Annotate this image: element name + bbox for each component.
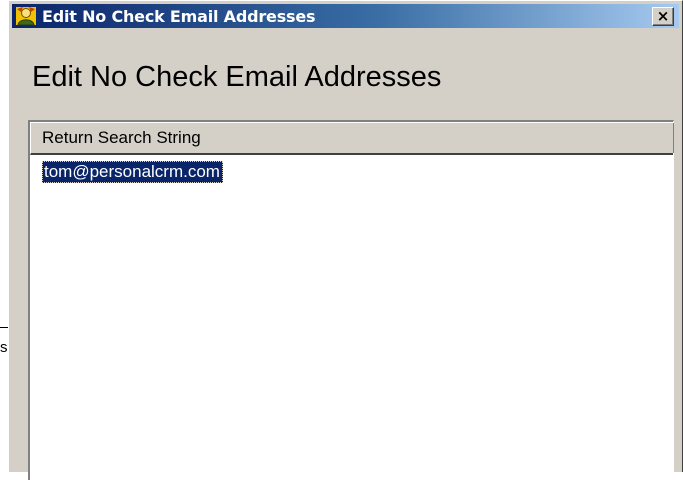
- page-title: Edit No Check Email Addresses: [32, 61, 442, 93]
- close-button[interactable]: ×: [652, 7, 674, 26]
- window-title: Edit No Check Email Addresses: [42, 6, 316, 26]
- list-item[interactable]: tom@personalcrm.com: [42, 161, 223, 183]
- close-icon: ×: [656, 7, 670, 25]
- title-bar[interactable]: Edit No Check Email Addresses ×: [12, 4, 679, 28]
- background-window: [0, 0, 8, 472]
- background-partial-text: s: [0, 339, 8, 356]
- app-icon: [15, 5, 37, 27]
- dialog-window: Edit No Check Email Addresses × Edit No …: [8, 0, 683, 480]
- background-divider: [0, 327, 8, 328]
- column-header-return-search-string[interactable]: Return Search String: [31, 123, 674, 153]
- list-header: Return Search String: [30, 122, 674, 155]
- email-list[interactable]: Return Search String tom@personalcrm.com: [28, 120, 674, 480]
- list-item-text: tom@personalcrm.com: [42, 161, 223, 183]
